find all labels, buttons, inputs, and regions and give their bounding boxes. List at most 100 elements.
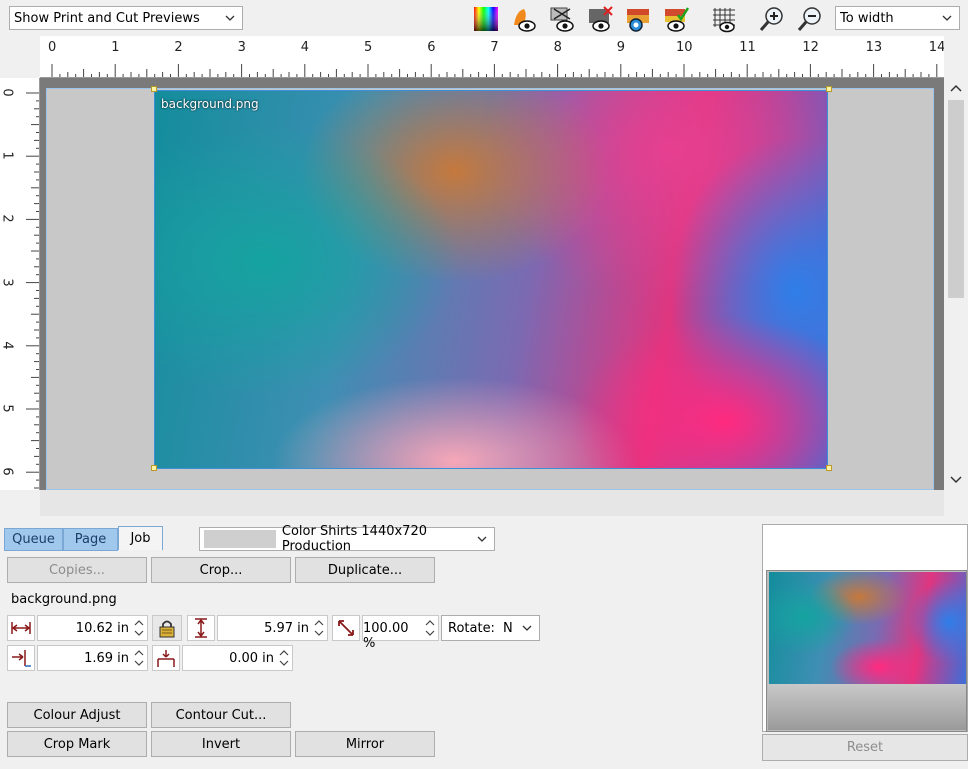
printer-profile-value: Color Shirts 1440x720 Production [281, 524, 427, 554]
lock-icon [159, 620, 175, 638]
ruler-label: 2 [174, 40, 183, 55]
x-offset-icon [7, 645, 35, 671]
color-palette-icon[interactable] [471, 4, 501, 34]
ruler-label: 3 [237, 40, 246, 55]
camera-preview-icon[interactable] [623, 4, 653, 34]
reset-button[interactable]: Reset [762, 734, 968, 761]
horizontal-ruler: 0 1 2 3 4 5 6 7 8 9 10 11 12 13 14 [40, 36, 944, 78]
rotate-label: Rotate: [448, 620, 495, 636]
ruler-label: 13 [865, 40, 883, 55]
resize-handle-top-left[interactable] [151, 86, 157, 92]
ruler-label: 1 [0, 151, 15, 160]
ruler-label: 0 [48, 40, 57, 55]
colour-adjust-button[interactable]: Colour Adjust [7, 702, 147, 728]
zoom-in-icon[interactable] [757, 4, 787, 34]
height-field[interactable]: 5.97 in [217, 615, 328, 641]
ruler-label: 4 [0, 341, 15, 350]
ruler-label: 0 [0, 88, 15, 97]
preview-mode-select[interactable]: Show Print and Cut Previews [9, 6, 243, 30]
scrollbar-thumb[interactable] [948, 100, 964, 298]
thumbnail-image[interactable] [769, 572, 966, 684]
y-offset-icon [152, 645, 180, 671]
ruler-label: 4 [300, 40, 310, 55]
ruler-label: 1 [111, 40, 120, 55]
ruler-label: 8 [553, 40, 562, 55]
colour-adjust-label: Colour Adjust [33, 707, 121, 723]
ruler-label: 10 [676, 40, 693, 55]
artwork-image[interactable]: background.png [154, 90, 828, 469]
crop-mark-button[interactable]: Crop Mark [7, 731, 147, 757]
tab-queue[interactable]: Queue [4, 528, 63, 551]
tab-page[interactable]: Page [63, 528, 118, 551]
mirror-label: Mirror [345, 736, 385, 752]
job-filename: background.png [11, 592, 117, 607]
spinner-icon[interactable] [133, 618, 145, 638]
ruler-label: 11 [739, 40, 756, 55]
ruler-label: 14 [928, 40, 944, 55]
artwork-label: background.png [161, 97, 259, 111]
scale-value: 100.00 % [363, 621, 409, 651]
color-check-icon[interactable] [661, 4, 691, 34]
spinner-icon[interactable] [133, 648, 145, 668]
vertical-ruler: 0 1 2 3 4 5 6 [0, 78, 40, 490]
tab-queue-label: Queue [12, 532, 55, 547]
ruler-label: 12 [802, 40, 819, 55]
x-offset-value: 1.69 in [84, 651, 129, 666]
reset-label: Reset [846, 740, 884, 755]
tab-page-label: Page [74, 532, 107, 547]
width-value: 10.62 in [75, 621, 129, 636]
ruler-label: 9 [616, 40, 626, 55]
cut-preview-icon[interactable] [547, 4, 577, 34]
rotate-value: N [502, 620, 513, 636]
height-value: 5.97 in [264, 621, 309, 636]
x-offset-field[interactable]: 1.69 in [37, 645, 148, 671]
contour-cut-label: Contour Cut... [175, 707, 267, 723]
copies-button[interactable]: Copies... [7, 557, 147, 583]
tab-job[interactable]: Job [118, 526, 163, 550]
resize-handle-bottom-left[interactable] [151, 465, 157, 471]
crop-button-label: Crop... [199, 562, 243, 578]
crop-mark-label: Crop Mark [43, 736, 111, 752]
hide-preview-icon[interactable] [585, 4, 615, 34]
print-preview-icon[interactable] [509, 4, 539, 34]
grid-icon[interactable] [709, 4, 739, 34]
y-offset-field[interactable]: 0.00 in [182, 645, 293, 671]
horizontal-scrollbar[interactable] [40, 490, 944, 516]
lock-aspect-button[interactable] [152, 615, 182, 641]
spinner-icon[interactable] [278, 648, 290, 668]
crop-button[interactable]: Crop... [151, 557, 291, 583]
ruler-label: 7 [490, 40, 499, 55]
thumbnail-media-area [768, 684, 966, 730]
scale-field[interactable]: 100.00 % [362, 615, 439, 651]
y-offset-value: 0.00 in [229, 651, 274, 666]
chevron-up-icon[interactable] [944, 80, 968, 98]
spinner-icon[interactable] [313, 618, 325, 638]
zoom-out-icon[interactable] [795, 4, 825, 34]
ruler-label: 2 [0, 214, 15, 224]
invert-button[interactable]: Invert [151, 731, 291, 757]
width-field[interactable]: 10.62 in [37, 615, 148, 641]
duplicate-button[interactable]: Duplicate... [295, 557, 435, 583]
duplicate-button-label: Duplicate... [327, 562, 403, 578]
contour-cut-button[interactable]: Contour Cut... [151, 702, 291, 728]
zoom-mode-select[interactable]: To width [835, 6, 960, 30]
chevron-down-icon [225, 15, 235, 21]
zoom-mode-value: To width [840, 10, 894, 26]
printer-profile-select[interactable]: Color Shirts 1440x720 Production [199, 524, 495, 554]
chevron-down-icon [942, 15, 952, 21]
scale-icon [332, 615, 360, 641]
spinner-icon[interactable] [424, 618, 436, 638]
mirror-button[interactable]: Mirror [295, 731, 435, 757]
vertical-scrollbar[interactable] [944, 78, 968, 490]
preview-mode-value: Show Print and Cut Previews [14, 10, 200, 26]
rotate-select[interactable]: Rotate: N [441, 615, 540, 641]
chevron-down-icon [477, 536, 487, 542]
chevron-down-icon[interactable] [944, 471, 968, 489]
ruler-label: 6 [427, 40, 436, 55]
resize-handle-top-right[interactable] [826, 86, 832, 92]
chevron-down-icon [522, 625, 532, 631]
ruler-label: 5 [364, 40, 373, 55]
ruler-label: 5 [0, 404, 15, 413]
height-icon [187, 615, 215, 641]
resize-handle-bottom-right[interactable] [826, 465, 832, 471]
